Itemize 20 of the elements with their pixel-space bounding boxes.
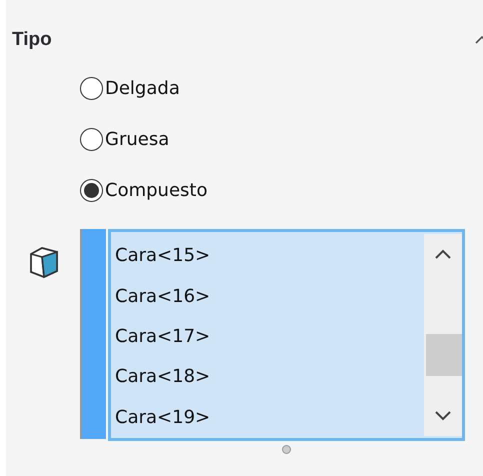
list-item[interactable]: Cara<18> bbox=[115, 356, 210, 398]
radio-button[interactable] bbox=[80, 178, 103, 202]
radio-button[interactable] bbox=[80, 128, 103, 150]
list-item[interactable]: Cara<17> bbox=[115, 316, 210, 357]
resize-handle[interactable] bbox=[282, 444, 291, 454]
scrollbar[interactable] bbox=[424, 234, 462, 436]
scroll-thumb[interactable] bbox=[426, 334, 462, 376]
radio-label[interactable]: Gruesa bbox=[105, 126, 170, 152]
list-item[interactable]: Cara<19> bbox=[115, 397, 210, 438]
section-title: Tipo bbox=[12, 28, 52, 52]
scroll-down-icon[interactable] bbox=[434, 410, 452, 422]
collapse-icon[interactable] bbox=[475, 36, 483, 44]
radio-label[interactable]: Delgada bbox=[105, 74, 180, 102]
list-item[interactable]: Cara<16> bbox=[115, 276, 210, 316]
face-list[interactable]: Cara<15> Cara<16> Cara<17> Cara<18> Cara<19> bbox=[108, 228, 465, 440]
cube-icon bbox=[28, 244, 60, 278]
list-item[interactable]: Cara<15> bbox=[115, 236, 210, 276]
radio-label[interactable]: Compuesto bbox=[105, 176, 208, 204]
radio-button[interactable] bbox=[80, 76, 103, 100]
scroll-up-icon[interactable] bbox=[434, 248, 452, 260]
